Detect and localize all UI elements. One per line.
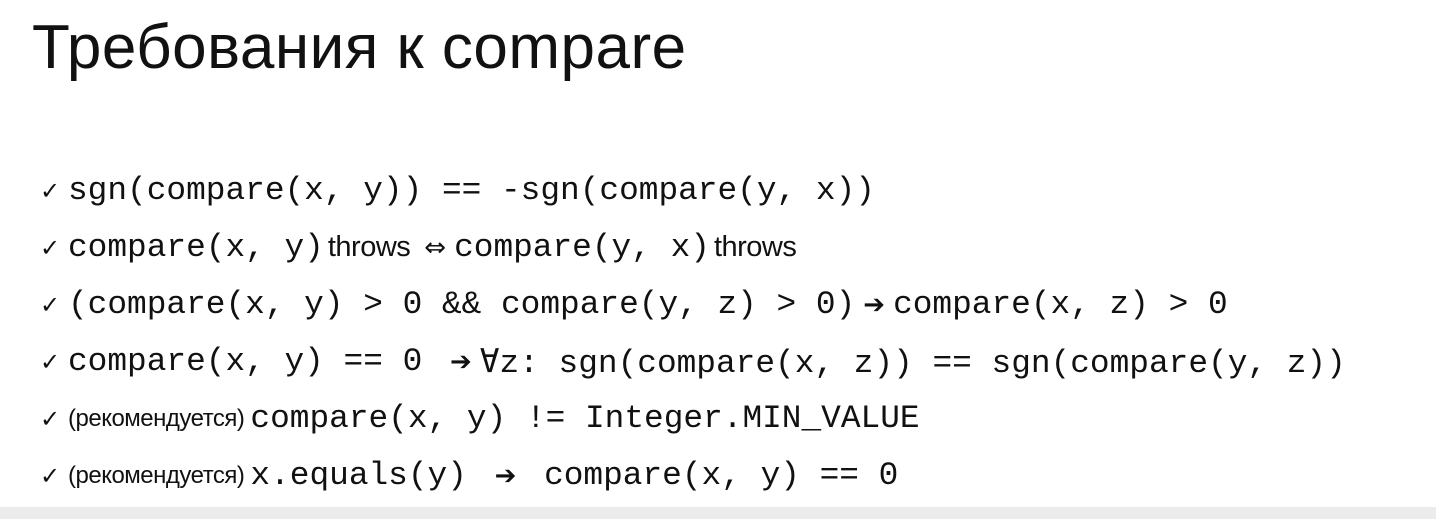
requirements-list: ✓ sgn(compare(x, y)) == -sgn(compare(y, x… <box>40 162 1346 504</box>
code-text: compare(x, y) <box>68 229 324 266</box>
code-text: (compare(x, y) > 0 && compare(y, z) > 0) <box>68 286 856 323</box>
code-text: ∀z: sgn(compare(x, z)) == sgn(compare(y,… <box>479 344 1346 382</box>
code-text: compare(y, x) <box>454 229 710 266</box>
check-icon: ✓ <box>40 176 61 205</box>
arrow-symbol: ⇔ <box>424 232 447 263</box>
check-icon: ✓ <box>40 233 61 262</box>
code-text: compare(x, y) != Integer.MIN_VALUE <box>250 400 920 437</box>
code-text: compare(x, z) > 0 <box>893 286 1228 323</box>
requirement-item: ✓ sgn(compare(x, y)) == -sgn(compare(y, x… <box>40 162 1346 219</box>
label-text: (рекомендуется) <box>68 461 245 489</box>
label-text: throws <box>327 231 411 263</box>
code-text: sgn(compare(x, y)) == -sgn(compare(y, x)… <box>68 172 875 209</box>
code-text: compare(x, y) == 0 <box>524 457 899 494</box>
arrow-symbol: ➔ <box>863 289 886 320</box>
code-text: compare(x, y) == 0 <box>68 343 442 380</box>
bottom-band <box>0 507 1436 519</box>
arrow-symbol: ➔ <box>494 460 517 491</box>
requirement-item: ✓ compare(x, y) == 0 ➔ ∀z: sgn(compare(x, … <box>40 333 1346 390</box>
requirement-item: ✓ compare(x, y) throws ⇔ compare(y, x) throws <box>40 219 1346 276</box>
slide-title: Требования к compare <box>32 13 687 82</box>
requirement-item: ✓ (рекомендуется) x.equals(y) ➔ compare(x,… <box>40 447 1346 504</box>
check-icon: ✓ <box>40 404 61 433</box>
label-text: throws <box>713 231 797 263</box>
check-icon: ✓ <box>40 290 61 319</box>
label-text: (рекомендуется) <box>68 404 245 432</box>
check-icon: ✓ <box>40 347 61 376</box>
arrow-symbol: ➔ <box>449 346 472 377</box>
requirement-item: ✓ (рекомендуется) compare(x, y) != Integer… <box>40 390 1346 447</box>
check-icon: ✓ <box>40 461 61 490</box>
requirement-item: ✓ (compare(x, y) > 0 && compare(y, z) > 0… <box>40 276 1346 333</box>
code-text: x.equals(y) <box>250 457 487 494</box>
